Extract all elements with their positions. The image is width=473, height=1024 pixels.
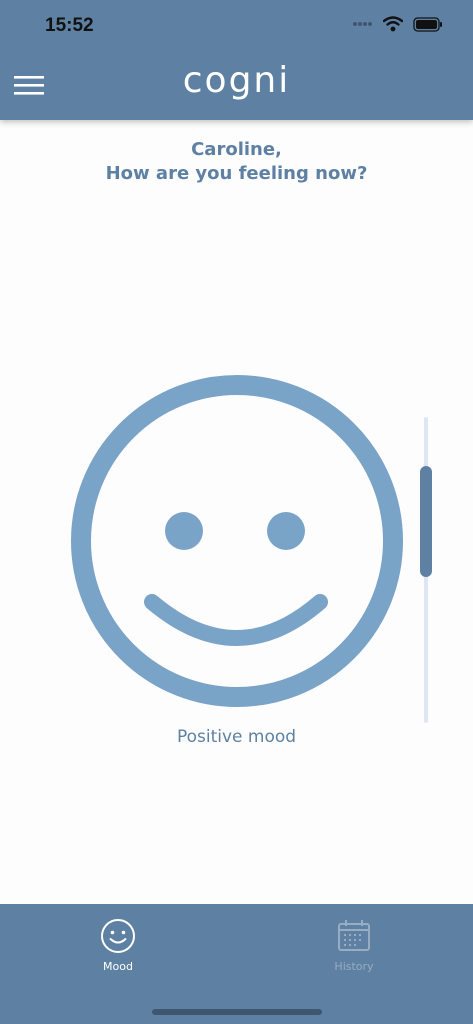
tab-history[interactable]: History — [304, 918, 404, 973]
smiley-icon — [101, 919, 135, 953]
mood-label: Positive mood — [176, 727, 297, 747]
greeting-question: How are you feeling now? — [105, 163, 368, 184]
mood-face[interactable] — [70, 374, 404, 712]
tab-mood[interactable]: Mood — [68, 918, 168, 973]
mood-slider-thumb[interactable] — [420, 466, 432, 577]
app-header: 15:52 cogni — [0, 0, 473, 120]
status-time: 15:52 — [45, 15, 94, 36]
tab-bar: Mood History — [0, 904, 473, 1024]
greeting: Caroline, How are you feeling now? — [0, 138, 473, 186]
wifi-icon — [383, 16, 403, 32]
smiley-face-icon — [71, 375, 403, 707]
cellular-signal-icon — [353, 22, 372, 26]
home-indicator[interactable] — [152, 1009, 322, 1015]
calendar-icon — [338, 920, 370, 951]
tab-history-label: History — [334, 960, 374, 973]
greeting-name: Caroline, — [191, 139, 282, 160]
battery-icon — [413, 16, 442, 32]
tab-mood-label: Mood — [103, 960, 133, 973]
status-icons — [353, 16, 443, 32]
app-title: cogni — [182, 60, 291, 101]
